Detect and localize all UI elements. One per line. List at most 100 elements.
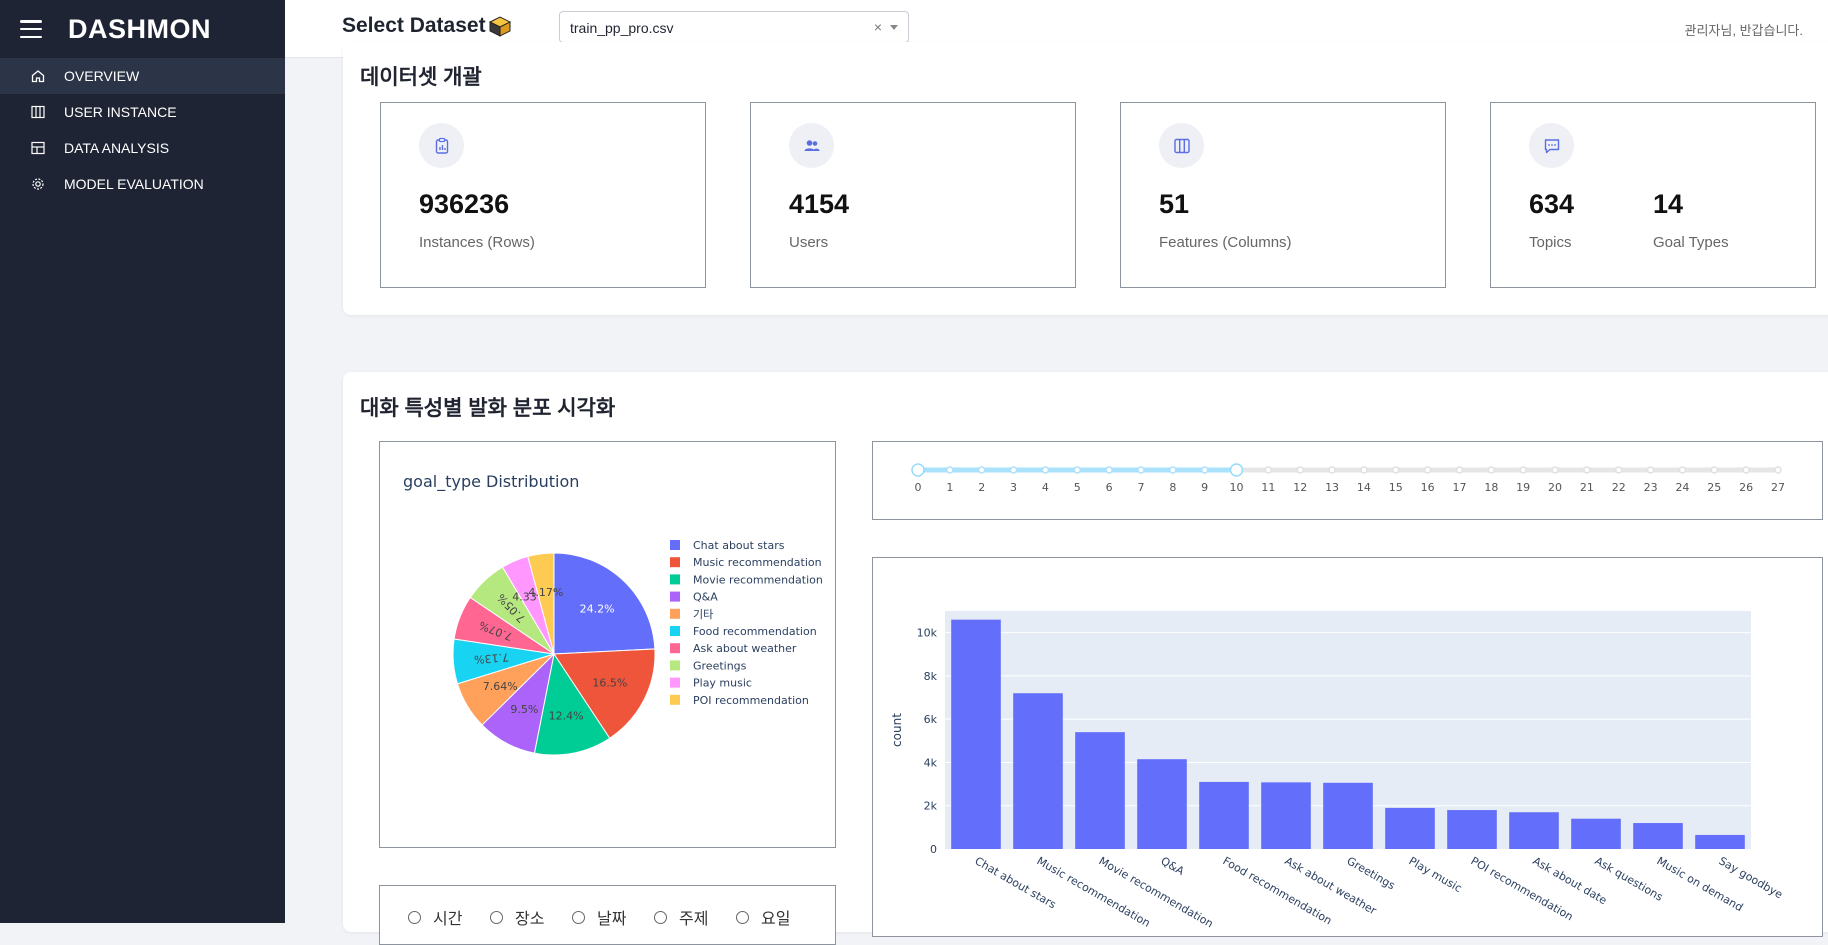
slider-tick-mark[interactable]	[1296, 466, 1304, 474]
stat-label: Users	[789, 234, 829, 251]
bar[interactable]	[1323, 782, 1373, 849]
legend-label[interactable]: Q&A	[693, 591, 718, 604]
slider-tick-mark[interactable]	[1073, 466, 1082, 474]
chat-icon	[1529, 123, 1574, 168]
clear-icon[interactable]: ×	[874, 19, 882, 35]
y-tick-label: 8k	[924, 670, 938, 683]
stat-value: 51	[1159, 189, 1190, 219]
hamburger-menu-icon[interactable]	[20, 20, 42, 38]
y-tick-label: 6k	[924, 713, 938, 726]
legend-label[interactable]: Chat about stars	[693, 539, 785, 552]
slider-handle[interactable]	[911, 463, 925, 477]
x-tick-label: Q&A	[1159, 854, 1187, 878]
radio-circle-icon	[490, 910, 503, 924]
radio-weekday[interactable]: 요일	[736, 905, 790, 929]
radio-topic[interactable]: 주제	[654, 905, 708, 929]
slider-tick-mark[interactable]	[1614, 466, 1623, 474]
y-axis-title: count	[890, 713, 904, 747]
pie-slice-label: 12.4%	[549, 709, 584, 722]
legend-swatch	[670, 608, 680, 619]
dataset-select[interactable]: train_pp_pro.csv ×	[559, 11, 909, 43]
bar[interactable]	[1075, 732, 1125, 849]
sidebar-item-model-evaluation[interactable]: MODEL EVALUATION	[0, 166, 285, 202]
slider-tick-mark[interactable]	[1583, 466, 1591, 474]
columns-icon	[30, 104, 46, 120]
legend-label[interactable]: Music recommendation	[693, 556, 822, 569]
slider-tick-mark[interactable]	[1328, 466, 1336, 474]
bar[interactable]	[1013, 693, 1063, 849]
slider-tick-mark[interactable]	[1009, 466, 1018, 474]
slider-tick-mark[interactable]	[1774, 466, 1782, 474]
slider-tick-label: 3	[1010, 481, 1017, 494]
legend-label[interactable]: POI recommendation	[693, 694, 809, 707]
slider-tick-label: 18	[1484, 481, 1498, 494]
bar[interactable]	[1447, 810, 1497, 849]
stat-card-users: 4154 Users	[750, 102, 1076, 288]
sidebar-item-user-instance[interactable]: USER INSTANCE	[0, 94, 285, 130]
slider-tick-mark[interactable]	[1742, 466, 1750, 474]
bar[interactable]	[1261, 782, 1311, 849]
bar[interactable]	[1137, 759, 1187, 849]
turn-range-slider-panel: 0 1 2 3 4 5 6 7 8 9 10 11 12 13 14 15 16 17 18 19 20 21 22 23 24…	[872, 441, 1823, 520]
legend-label[interactable]: Greetings	[693, 659, 747, 672]
slider-tick-label: 1	[946, 481, 953, 494]
clipboard-chart-icon	[419, 123, 464, 168]
slider-tick-mark[interactable]	[1710, 466, 1719, 474]
pie-slice-label: 4.17%	[528, 586, 563, 599]
slider-tick-mark[interactable]	[1487, 466, 1496, 474]
legend-swatch	[670, 557, 680, 568]
bar[interactable]	[1633, 823, 1683, 849]
y-tick-label: 2k	[924, 800, 938, 813]
slider-tick-mark[interactable]	[1455, 466, 1464, 474]
slider-tick-mark[interactable]	[1200, 466, 1209, 474]
sidebar-item-data-analysis[interactable]: DATA ANALYSIS	[0, 130, 285, 166]
y-tick-label: 0	[930, 843, 937, 856]
slider-tick-mark[interactable]	[1646, 466, 1655, 474]
bar[interactable]	[951, 619, 1001, 849]
x-tick-label: Music recommendation	[1035, 854, 1153, 930]
slider-tick-mark[interactable]	[1264, 466, 1273, 474]
slider-tick-mark[interactable]	[1678, 466, 1687, 474]
slider-tick-mark[interactable]	[1519, 466, 1527, 474]
slider-tick-mark[interactable]	[1105, 466, 1113, 474]
bar[interactable]	[1571, 818, 1621, 849]
brand-bar: DASHMON	[0, 0, 285, 58]
legend-label[interactable]: Ask about weather	[693, 642, 797, 655]
slider-handle[interactable]	[1229, 463, 1244, 477]
legend-swatch	[670, 626, 680, 636]
slider-tick-mark[interactable]	[1169, 466, 1177, 474]
bar[interactable]	[1695, 834, 1745, 849]
legend-label[interactable]: Play music	[693, 677, 752, 690]
legend-label[interactable]: 기타	[693, 608, 713, 621]
home-icon	[30, 68, 46, 84]
pie-slice-label: 7.64%	[483, 680, 518, 693]
bar[interactable]	[1385, 807, 1435, 849]
radio-date[interactable]: 날짜	[572, 905, 626, 929]
slider-tick-mark[interactable]	[1392, 466, 1400, 474]
y-tick-label: 10k	[917, 627, 938, 640]
legend-swatch	[670, 694, 680, 705]
radio-time[interactable]: 시간	[408, 905, 462, 929]
chevron-down-icon[interactable]	[890, 25, 898, 30]
slider-tick-mark[interactable]	[1360, 466, 1368, 474]
slider-tick-mark[interactable]	[1423, 466, 1432, 474]
pie-slice-label: 16.5%	[592, 676, 627, 689]
slider-tick-mark[interactable]	[977, 466, 986, 474]
legend-label[interactable]: Food recommendation	[693, 625, 817, 638]
legend-label[interactable]: Movie recommendation	[693, 573, 823, 586]
range-slider[interactable]: 0 1 2 3 4 5 6 7 8 9 10 11 12 13 14 15 16 17 18 19 20 21 22 23 24…	[873, 442, 1822, 519]
overview-title: 데이터셋 개괄	[360, 66, 482, 89]
slider-tick-mark[interactable]	[946, 466, 954, 474]
slider-tick-label: 13	[1325, 481, 1339, 494]
slider-tick-mark[interactable]	[1137, 466, 1145, 474]
sidebar-item-overview[interactable]: OVERVIEW	[0, 58, 285, 94]
radio-place[interactable]: 장소	[490, 905, 544, 929]
layout-icon	[30, 140, 46, 156]
slider-tick-label: 8	[1169, 481, 1176, 494]
slider-tick-label: 12	[1293, 481, 1307, 494]
bar[interactable]	[1509, 812, 1559, 849]
pie-slice-label: 24.2%	[580, 603, 615, 616]
slider-tick-mark[interactable]	[1041, 466, 1050, 474]
slider-tick-mark[interactable]	[1551, 466, 1559, 474]
bar[interactable]	[1199, 781, 1249, 849]
